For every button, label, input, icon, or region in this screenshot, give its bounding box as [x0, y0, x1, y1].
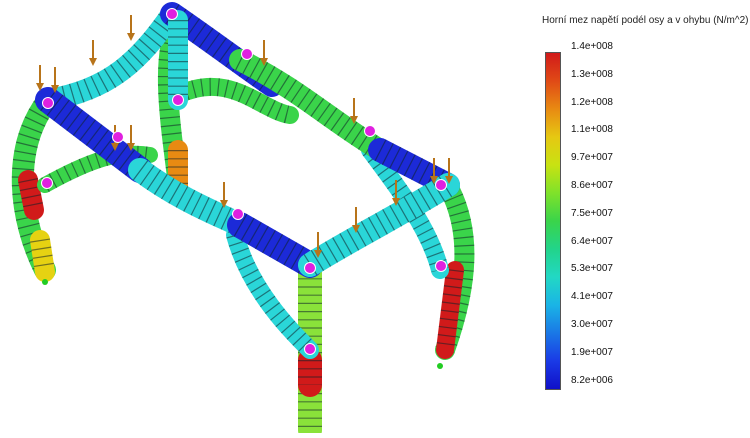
joint-marker[interactable] — [304, 262, 316, 274]
load-arrow — [36, 65, 44, 91]
joint-marker[interactable] — [241, 48, 253, 60]
legend-tick-label: 8.6e+007 — [571, 180, 613, 191]
legend-tick-label: 7.5e+007 — [571, 207, 613, 219]
beam-segments — [11, 2, 475, 438]
legend-tick-label: 1.4e+008 — [571, 41, 613, 52]
joint-marker[interactable] — [364, 125, 376, 137]
joint-marker[interactable] — [232, 208, 244, 220]
joint-marker[interactable] — [435, 179, 447, 191]
legend-title: Horní mez napětí podél osy a v ohybu (N/… — [542, 15, 749, 26]
fixture-marker — [437, 363, 443, 369]
joint-marker[interactable] — [42, 97, 54, 109]
legend-tick-label: 1.3e+008 — [571, 68, 613, 80]
load-arrow — [127, 15, 135, 41]
colorbar — [545, 52, 561, 390]
joint-marker[interactable] — [112, 131, 124, 143]
legend-tick-label: 9.7e+007 — [571, 152, 613, 164]
joint-marker[interactable] — [41, 177, 53, 189]
fixture-marker — [42, 279, 48, 285]
legend-tick-label: 1.1e+008 — [571, 124, 613, 136]
stress-legend: Horní mez napětí podél osy a v ohybu (N/… — [535, 0, 750, 433]
legend-tick-label: 5.3e+007 — [571, 263, 613, 275]
legend-tick-label: 8.2e+006 — [571, 374, 613, 386]
left-top-rail[interactable] — [37, 3, 183, 111]
load-arrow — [89, 40, 97, 66]
legend-tick-label: 6.4e+007 — [571, 235, 613, 247]
beam-model-svg[interactable] — [0, 0, 535, 438]
joint-marker[interactable] — [166, 8, 178, 20]
joint-marker[interactable] — [172, 94, 184, 106]
legend-tick-label: 4.1e+007 — [571, 291, 613, 303]
joint-marker[interactable] — [304, 343, 316, 355]
legend-tick-label: 1.2e+008 — [571, 96, 613, 108]
model-viewport[interactable] — [0, 0, 535, 438]
legend-tick-label: 1.9e+007 — [571, 346, 613, 358]
legend-tick-label: 3.0e+007 — [571, 319, 613, 330]
joint-marker[interactable] — [435, 260, 447, 272]
right-front-leg-base[interactable] — [436, 261, 464, 359]
